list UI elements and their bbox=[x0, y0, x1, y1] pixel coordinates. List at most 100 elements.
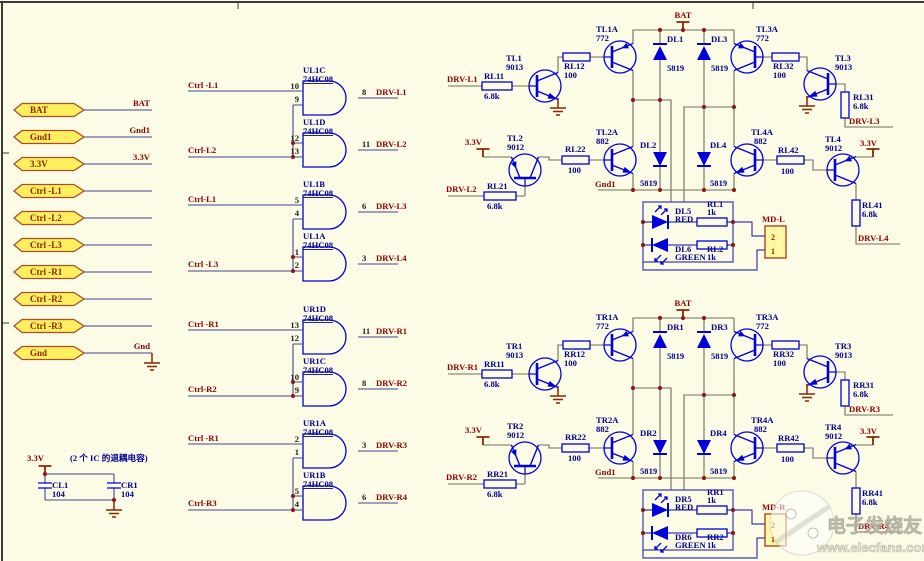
net-label: Gnd1 bbox=[129, 125, 150, 135]
component-value: 1k bbox=[707, 252, 716, 262]
component-value: 100 bbox=[773, 70, 786, 80]
net-label: DRV-L4 bbox=[858, 233, 889, 243]
port-arrow-icon bbox=[14, 347, 84, 360]
component-value: 6.8k bbox=[862, 209, 878, 219]
net-label: BAT bbox=[674, 298, 691, 308]
component-ref: DR3 bbox=[711, 322, 728, 332]
net-label: DRV-R2 bbox=[446, 472, 477, 482]
component-value: 6.8k bbox=[484, 91, 500, 101]
port-label: Gnd bbox=[30, 348, 47, 358]
component-value: 104 bbox=[52, 489, 66, 499]
component-value: 1k bbox=[707, 495, 716, 505]
pin-number: 3 bbox=[362, 253, 366, 263]
component-value: 100 bbox=[564, 70, 577, 80]
pin-number: 1 bbox=[295, 247, 299, 257]
component-value: 9013 bbox=[835, 350, 852, 360]
component-value: 5819 bbox=[640, 178, 657, 188]
pin-number: 8 bbox=[362, 378, 367, 388]
port-label: Ctrl -R3 bbox=[30, 321, 63, 331]
component-value: 882 bbox=[596, 424, 609, 434]
net-label: Gnd1 bbox=[595, 179, 616, 189]
component-value: GREEN bbox=[675, 540, 706, 550]
port-arrow-icon bbox=[14, 158, 84, 171]
component-ref: RL11 bbox=[484, 71, 504, 81]
component-value: 5819 bbox=[667, 351, 684, 361]
net-label: DRV-L2 bbox=[446, 184, 477, 194]
component-value: 5819 bbox=[710, 466, 727, 476]
component-value: 5819 bbox=[667, 63, 684, 73]
gate-part: 74HC08 bbox=[303, 240, 334, 250]
component-ref: RL22 bbox=[565, 144, 586, 154]
port-label: Ctrl -L2 bbox=[30, 213, 62, 223]
component-ref: RR11 bbox=[484, 359, 505, 369]
component-value: 6.8k bbox=[487, 489, 503, 499]
component-ref: DR4 bbox=[710, 428, 727, 438]
pin-number: 10 bbox=[290, 372, 299, 382]
port-arrow-icon bbox=[14, 104, 84, 117]
component-value: 772 bbox=[756, 321, 769, 331]
net-label: Ctrl-L2 bbox=[188, 145, 216, 155]
net-label: 3.3V bbox=[860, 138, 878, 148]
net-label: Ctrl-R3 bbox=[188, 498, 217, 508]
component-ref: RR21 bbox=[487, 469, 508, 479]
pin-number: 3 bbox=[362, 440, 366, 450]
gate-part: 74HC08 bbox=[303, 313, 334, 323]
pin-number: 5 bbox=[295, 486, 299, 496]
net-label: Ctrl-R2 bbox=[188, 384, 217, 394]
gate-part: 74HC08 bbox=[303, 188, 334, 198]
pin-number: 6 bbox=[362, 201, 367, 211]
component-value: 9012 bbox=[825, 431, 842, 441]
gate-part: 74HC08 bbox=[303, 126, 334, 136]
net-label: DRV-L4 bbox=[376, 253, 407, 263]
net-label: 3.3V bbox=[133, 152, 151, 162]
component-value: 1k bbox=[707, 207, 716, 217]
component-value: 100 bbox=[781, 454, 794, 464]
net-label: Ctrl -R1 bbox=[188, 433, 219, 443]
gate-part: 74HC08 bbox=[303, 74, 334, 84]
component-ref: RR22 bbox=[565, 432, 586, 442]
pin-number: 4 bbox=[295, 208, 300, 218]
pin-number: 6 bbox=[362, 492, 367, 502]
pin-number: 9 bbox=[295, 94, 299, 104]
component-value: 772 bbox=[596, 321, 609, 331]
net-label: DRV-R1 bbox=[376, 326, 407, 336]
component-value: 100 bbox=[568, 453, 581, 463]
pin-number: 4 bbox=[295, 499, 300, 509]
pin-number: 1 bbox=[295, 447, 299, 457]
component-value: RED bbox=[675, 214, 693, 224]
net-label: Gnd1 bbox=[595, 467, 616, 477]
net-label: DRV-L1 bbox=[376, 87, 407, 97]
component-ref: RL21 bbox=[487, 181, 508, 191]
gate-part: 74HC08 bbox=[303, 365, 334, 375]
gate-part: 74HC08 bbox=[303, 427, 334, 437]
net-label: Ctrl -L1 bbox=[188, 80, 218, 90]
pin-number: 2 bbox=[295, 260, 299, 270]
pin-number: 13 bbox=[290, 320, 299, 330]
port-label: BAT bbox=[30, 105, 48, 115]
net-label: DRV-L3 bbox=[849, 116, 880, 126]
watermark-brand: 电子发烧友 bbox=[827, 514, 922, 537]
component-ref: DR1 bbox=[667, 322, 684, 332]
component-value: 882 bbox=[754, 424, 767, 434]
component-value: 100 bbox=[773, 358, 786, 368]
component-value: 6.8k bbox=[862, 497, 878, 507]
net-label: DRV-R3 bbox=[376, 440, 407, 450]
port-label: Ctrl -R1 bbox=[30, 267, 63, 277]
net-label: DRV-R3 bbox=[849, 404, 880, 414]
net-label: BAT bbox=[674, 10, 691, 20]
component-value: RED bbox=[675, 502, 693, 512]
watermark-url: www.elecfans.com bbox=[816, 540, 924, 555]
component-value: 6.8k bbox=[484, 379, 500, 389]
net-label: DRV-L3 bbox=[376, 201, 407, 211]
component-value: 104 bbox=[121, 489, 135, 499]
component-value: 100 bbox=[568, 165, 581, 175]
net-label: DRV-R2 bbox=[376, 378, 407, 388]
pin-number: 11 bbox=[362, 139, 370, 149]
component-value: 9012 bbox=[507, 430, 524, 440]
component-value: 5819 bbox=[710, 178, 727, 188]
component-value: 9012 bbox=[825, 143, 842, 153]
pin-number: 12 bbox=[290, 133, 299, 143]
connector-pin: 2 bbox=[771, 233, 775, 242]
net-label: DRV-R1 bbox=[447, 362, 478, 372]
component-value: 100 bbox=[781, 166, 794, 176]
